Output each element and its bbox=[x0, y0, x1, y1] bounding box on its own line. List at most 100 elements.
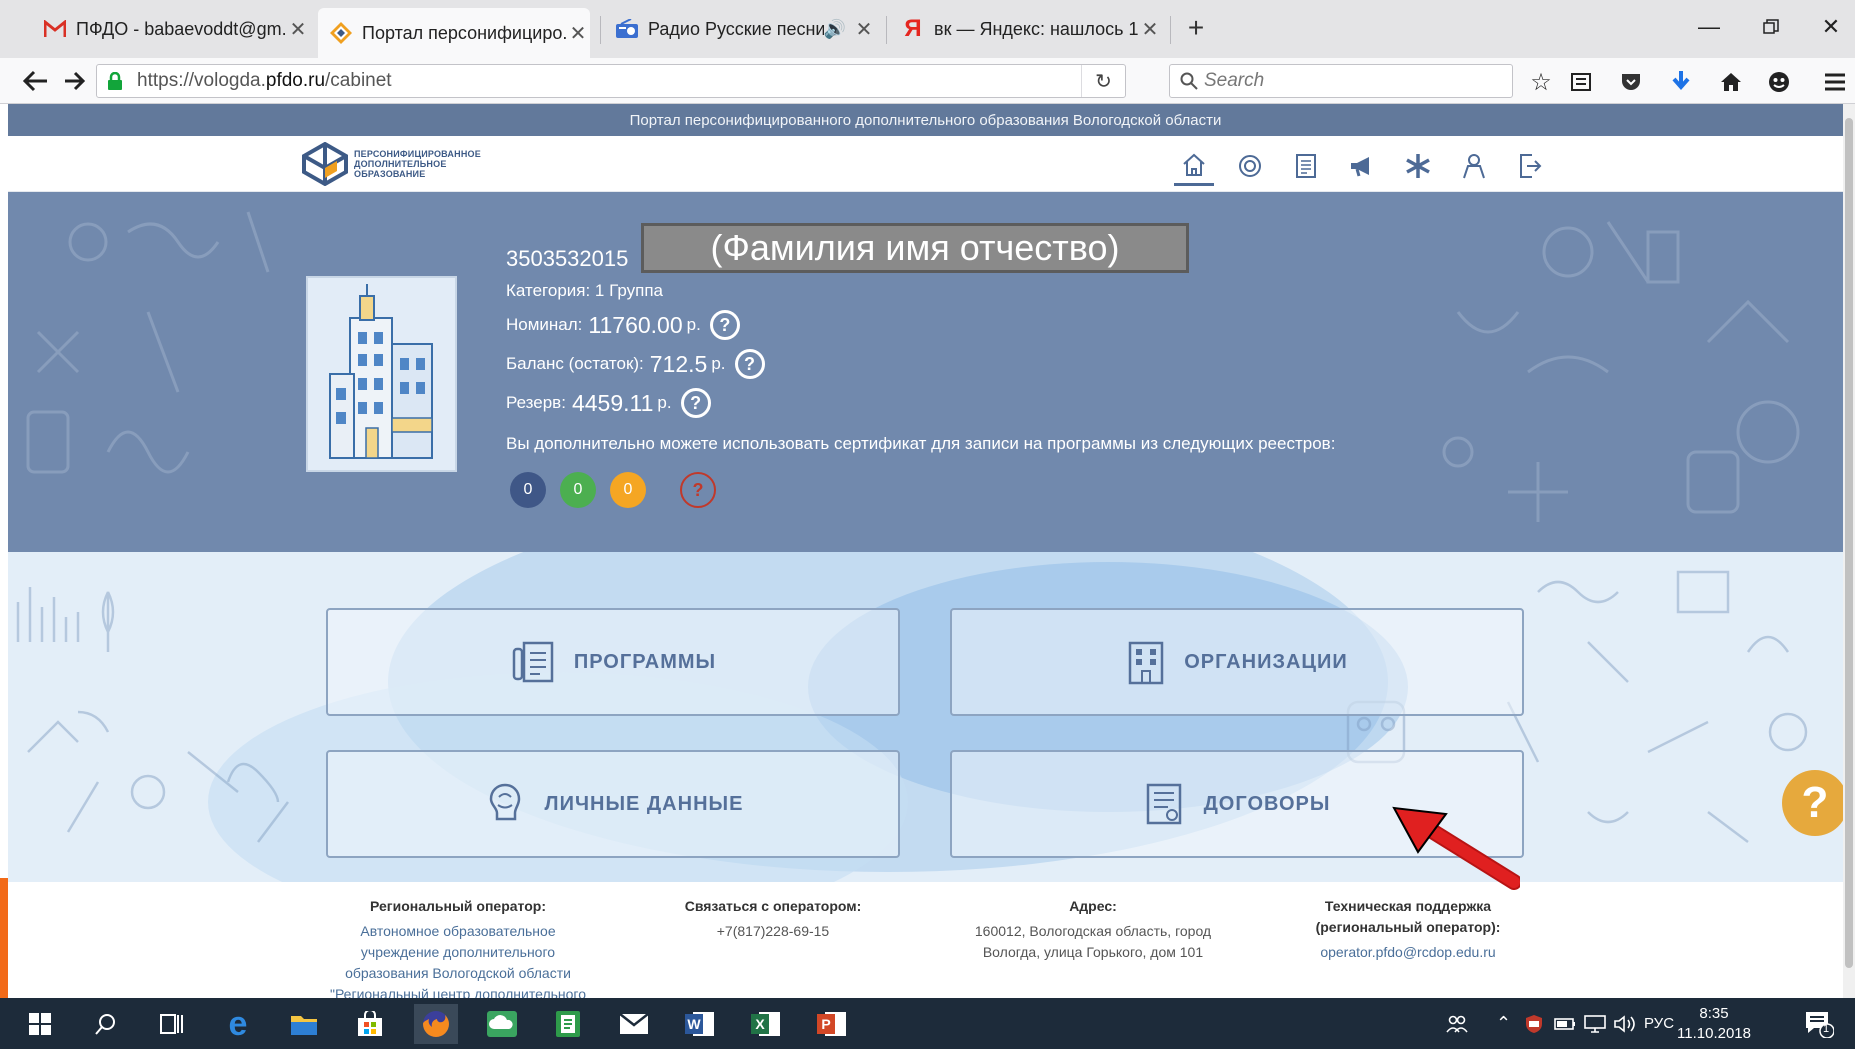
registry-count-badge[interactable]: 0 bbox=[610, 472, 646, 508]
network-icon[interactable] bbox=[1584, 998, 1606, 1049]
target-icon[interactable] bbox=[1230, 146, 1270, 186]
site-footer: Региональный оператор: Автономное образо… bbox=[8, 882, 1843, 998]
battery-icon[interactable] bbox=[1554, 998, 1576, 1049]
registries-help-icon[interactable]: ? bbox=[680, 472, 716, 508]
account-icon[interactable] bbox=[1762, 65, 1796, 99]
new-tab-button[interactable]: + bbox=[1180, 12, 1212, 44]
close-tab-icon[interactable]: ✕ bbox=[566, 21, 590, 46]
address-bar[interactable]: https://vologda.pfdo.ru/cabinet ↻ bbox=[96, 64, 1126, 98]
page-scrollbar[interactable] bbox=[1843, 104, 1855, 998]
close-tab-icon[interactable]: ✕ bbox=[852, 17, 876, 42]
cloud-app-icon[interactable] bbox=[480, 1004, 524, 1044]
tab-gmail[interactable]: ПФДО - babaevoddt@gm... ✕ bbox=[32, 8, 310, 50]
bookmark-star-icon[interactable]: ☆ bbox=[1524, 65, 1558, 99]
nominal-label: Номинал: bbox=[506, 315, 583, 334]
name-placeholder: (Фамилия имя отчество) bbox=[641, 223, 1189, 273]
excel-icon[interactable]: X bbox=[744, 1004, 788, 1044]
volume-icon[interactable] bbox=[1614, 998, 1636, 1049]
pocket-icon[interactable] bbox=[1614, 65, 1648, 99]
home-icon[interactable] bbox=[1714, 65, 1748, 99]
windows-taskbar: e W X P ⌃ РУС 8:35 11.10.2018 1 bbox=[0, 998, 1855, 1049]
reload-icon[interactable]: ↻ bbox=[1081, 65, 1125, 97]
download-icon[interactable] bbox=[1664, 65, 1698, 99]
footer-operator: Региональный оператор: Автономное образо… bbox=[298, 896, 618, 998]
footer-phone[interactable]: +7(817)228-69-15 bbox=[648, 921, 898, 942]
tab-separator bbox=[1170, 16, 1171, 44]
people-icon[interactable] bbox=[1446, 998, 1468, 1049]
close-window-icon[interactable]: ✕ bbox=[1808, 6, 1854, 48]
search-placeholder: Search bbox=[1204, 70, 1265, 91]
scrollbar-thumb[interactable] bbox=[1845, 118, 1853, 968]
organizations-icon bbox=[1126, 639, 1166, 685]
tab-title: вк — Яндекс: нашлось 10... bbox=[934, 18, 1138, 39]
help-icon[interactable]: ? bbox=[680, 388, 711, 418]
portal-icon bbox=[328, 20, 354, 46]
personal-data-card[interactable]: ЛИЧНЫЕ ДАННЫЕ bbox=[326, 750, 900, 858]
registry-count-badge[interactable]: 0 bbox=[510, 472, 546, 508]
forward-icon[interactable] bbox=[56, 63, 92, 99]
megaphone-icon[interactable] bbox=[1342, 146, 1382, 186]
footer-support: Техническая поддержка (региональный опер… bbox=[1268, 896, 1548, 963]
asterisk-icon[interactable] bbox=[1398, 146, 1438, 186]
tab-title: Радио Русские песни ... bbox=[648, 18, 824, 39]
certificate-panel: 3503532015 (Фамилия имя отчество) Катего… bbox=[8, 192, 1843, 552]
task-view-icon[interactable] bbox=[150, 1004, 194, 1044]
person-icon[interactable] bbox=[1454, 146, 1494, 186]
help-icon[interactable]: ? bbox=[734, 349, 765, 379]
back-icon[interactable] bbox=[18, 63, 54, 99]
slide-edge-strip bbox=[0, 878, 8, 998]
restore-icon[interactable] bbox=[1748, 6, 1794, 48]
file-explorer-icon[interactable] bbox=[282, 1004, 326, 1044]
currency-label: р. bbox=[711, 354, 726, 373]
tab-radio[interactable]: Радио Русские песни ... 🔊 ✕ bbox=[604, 8, 876, 50]
tab-title: Портал персонифициро... bbox=[362, 22, 566, 43]
footer-support-email[interactable]: operator.pfdo@rcdop.edu.ru bbox=[1268, 942, 1548, 963]
menu-icon[interactable] bbox=[1818, 65, 1852, 99]
reading-list-icon[interactable] bbox=[1564, 65, 1598, 99]
organizations-card[interactable]: ОРГАНИЗАЦИИ bbox=[950, 608, 1524, 716]
mail-icon[interactable] bbox=[612, 1004, 656, 1044]
lock-icon bbox=[107, 72, 123, 90]
notifications-icon[interactable]: 1 bbox=[1804, 998, 1834, 1049]
tab-yandex[interactable]: Я вк — Яндекс: нашлось 10... ✕ bbox=[890, 8, 1162, 50]
search-input[interactable]: Search bbox=[1169, 64, 1513, 98]
certificate-avatar-image bbox=[306, 276, 457, 472]
tab-title: ПФДО - babaevoddt@gm... bbox=[76, 18, 286, 39]
home-icon[interactable] bbox=[1174, 146, 1214, 186]
close-tab-icon[interactable]: ✕ bbox=[1138, 17, 1162, 42]
document-icon[interactable] bbox=[1286, 146, 1326, 186]
help-icon[interactable]: ? bbox=[709, 310, 740, 340]
shield-icon[interactable] bbox=[1524, 998, 1544, 1049]
close-tab-icon[interactable]: ✕ bbox=[286, 17, 310, 42]
speaker-icon[interactable]: 🔊 bbox=[824, 19, 846, 40]
footer-address: Адрес: 160012, Вологодская область, горо… bbox=[943, 896, 1243, 963]
search-icon[interactable] bbox=[84, 1004, 128, 1044]
reserve-value: 4459.11 bbox=[571, 389, 654, 416]
minimize-icon[interactable]: — bbox=[1686, 6, 1732, 48]
language-indicator[interactable]: РУС bbox=[1644, 998, 1674, 1049]
start-icon[interactable] bbox=[18, 1004, 62, 1044]
organizations-label: ОРГАНИЗАЦИИ bbox=[1184, 650, 1348, 673]
powerpoint-icon[interactable]: P bbox=[810, 1004, 854, 1044]
programs-label: ПРОГРАММЫ bbox=[573, 650, 717, 673]
cabinet-menu: ПРОГРАММЫ ОРГАНИЗАЦИИ ЛИЧНЫЕ ДАННЫЕ ДОГО… bbox=[8, 552, 1843, 882]
logout-icon[interactable] bbox=[1510, 146, 1550, 186]
firefox-icon[interactable] bbox=[414, 1004, 458, 1044]
tab-portal[interactable]: Портал персонифициро... ✕ bbox=[318, 8, 590, 58]
url-text: https://vologda.pfdo.ru/cabinet bbox=[137, 70, 392, 91]
registry-count-badge[interactable]: 0 bbox=[560, 472, 596, 508]
help-chat-button[interactable]: ? bbox=[1782, 770, 1848, 836]
programs-card[interactable]: ПРОГРАММЫ bbox=[326, 608, 900, 716]
balance-value: 712.5 bbox=[649, 350, 708, 377]
category-text: Категория: 1 Группа bbox=[506, 281, 663, 300]
word-icon[interactable]: W bbox=[678, 1004, 722, 1044]
chevron-up-icon[interactable]: ⌃ bbox=[1496, 998, 1511, 1049]
contracts-icon bbox=[1144, 781, 1186, 827]
contracts-label: ДОГОВОРЫ bbox=[1203, 792, 1331, 815]
certificate-number: 3503532015 bbox=[506, 246, 629, 271]
system-clock[interactable]: 8:35 11.10.2018 bbox=[1672, 1004, 1756, 1044]
store-icon[interactable] bbox=[348, 1004, 392, 1044]
site-logo[interactable]: ПЕРСОНИФИЦИРОВАННОЕ ДОПОЛНИТЕЛЬНОЕ ОБРАЗ… bbox=[302, 142, 481, 186]
notes-app-icon[interactable] bbox=[546, 1004, 590, 1044]
edge-icon[interactable]: e bbox=[216, 1004, 260, 1044]
